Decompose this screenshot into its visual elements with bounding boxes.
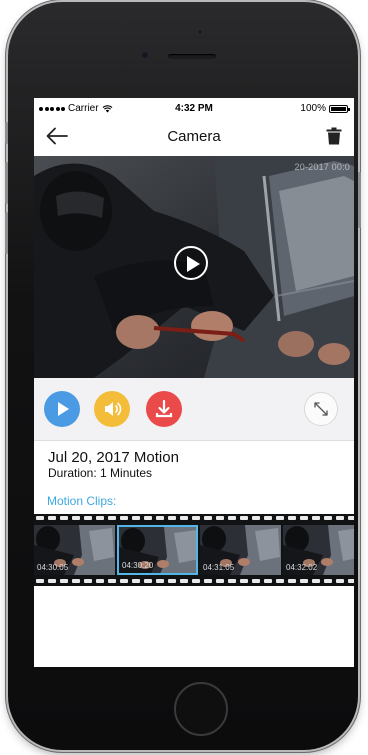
page-title: Camera (167, 128, 221, 145)
filmstrip-perforation (204, 579, 212, 583)
filmstrip-perforation (48, 579, 56, 583)
filmstrip-perforation (300, 579, 308, 583)
filmstrip-perforation (36, 579, 44, 583)
filmstrip-perforation (168, 516, 176, 520)
filmstrip-perforation (36, 516, 44, 520)
expand-icon (314, 402, 328, 416)
filmstrip-perforation (132, 516, 140, 520)
filmstrip-perforation (240, 516, 248, 520)
clip-time: 04:32:02 (286, 563, 318, 572)
motion-clips-label: Motion Clips: (47, 494, 117, 508)
clip-time: 04:30:05 (37, 563, 69, 572)
battery-icon (329, 104, 350, 113)
navigation-bar: Camera (34, 118, 354, 154)
filmstrip-perforation (276, 579, 284, 583)
filmstrip-perforation (192, 516, 200, 520)
clip-thumbnail[interactable]: 04:31:05 (200, 525, 281, 575)
app-screen: Carrier 4:32 PM 100% Camera 20-2017 00:0… (34, 98, 354, 667)
download-button[interactable] (146, 391, 182, 427)
video-timestamp-overlay: 20-2017 00:0 (294, 162, 350, 172)
filmstrip-perforation (156, 516, 164, 520)
event-title: Jul 20, 2017 Motion (48, 449, 179, 466)
filmstrip-perforation (336, 579, 344, 583)
filmstrip-perforation (144, 516, 152, 520)
mute-switch (5, 122, 8, 144)
motion-clips-filmstrip[interactable]: 04:30:05 04:30:20 04:31:05 04:32:02 (34, 514, 354, 586)
filmstrip-perforation (96, 579, 104, 583)
video-play-overlay-button[interactable] (174, 246, 208, 280)
volume-up-button (5, 162, 8, 204)
filmstrip-perforation (60, 579, 68, 583)
playback-controls (34, 378, 354, 441)
download-icon (155, 399, 173, 418)
clip-time: 04:30:20 (122, 561, 154, 570)
fullscreen-button[interactable] (304, 392, 338, 426)
event-duration: Duration: 1 Minutes (48, 466, 153, 480)
filmstrip-perforation (288, 579, 296, 583)
front-camera (141, 51, 149, 59)
filmstrip-perforation (216, 579, 224, 583)
trash-icon[interactable] (326, 127, 342, 145)
clip-thumbnail[interactable]: 04:30:05 (34, 525, 115, 575)
power-button (358, 172, 361, 228)
filmstrip-perforation (48, 516, 56, 520)
filmstrip-perforation (288, 516, 296, 520)
filmstrip-perforation (72, 579, 80, 583)
filmstrip-perforation (312, 516, 320, 520)
filmstrip-perforation (108, 579, 116, 583)
filmstrip-perforation (312, 579, 320, 583)
filmstrip-perforation (120, 516, 128, 520)
battery-percent: 100% (300, 103, 326, 114)
filmstrip-perforation (192, 579, 200, 583)
filmstrip-perforation (348, 516, 354, 520)
clip-thumbnails: 04:30:05 04:30:20 04:31:05 04:32:02 (34, 525, 354, 575)
filmstrip-top-perforations (34, 515, 354, 522)
filmstrip-perforation (264, 516, 272, 520)
filmstrip-perforation (132, 579, 140, 583)
filmstrip-perforation (156, 579, 164, 583)
filmstrip-perforation (264, 579, 272, 583)
filmstrip-perforation (84, 516, 92, 520)
filmstrip-perforation (276, 516, 284, 520)
status-bar: Carrier 4:32 PM 100% (34, 98, 354, 118)
play-icon (58, 402, 69, 416)
clip-thumbnail[interactable]: 04:32:02 (283, 525, 354, 575)
filmstrip-perforation (84, 579, 92, 583)
filmstrip-perforation (348, 579, 354, 583)
filmstrip-perforation (168, 579, 176, 583)
filmstrip-bottom-perforations (34, 578, 354, 585)
clip-time: 04:31:05 (203, 563, 235, 572)
home-button[interactable] (174, 682, 228, 736)
filmstrip-perforation (204, 516, 212, 520)
filmstrip-perforation (300, 516, 308, 520)
filmstrip-perforation (252, 516, 260, 520)
speaker-icon (105, 402, 122, 416)
filmstrip-perforation (180, 579, 188, 583)
clip-thumbnail-selected[interactable]: 04:30:20 (117, 525, 198, 575)
video-player[interactable]: 20-2017 00:0 (34, 156, 354, 378)
filmstrip-perforation (72, 516, 80, 520)
filmstrip-perforation (144, 579, 152, 583)
filmstrip-perforation (240, 579, 248, 583)
filmstrip-perforation (96, 516, 104, 520)
filmstrip-perforation (120, 579, 128, 583)
earpiece-speaker (168, 54, 216, 59)
filmstrip-perforation (336, 516, 344, 520)
filmstrip-perforation (60, 516, 68, 520)
filmstrip-perforation (324, 579, 332, 583)
sound-button[interactable] (94, 391, 130, 427)
filmstrip-perforation (216, 516, 224, 520)
filmstrip-perforation (180, 516, 188, 520)
volume-down-button (5, 212, 8, 254)
filmstrip-perforation (108, 516, 116, 520)
proximity-sensor (197, 29, 203, 35)
filmstrip-perforation (228, 516, 236, 520)
filmstrip-perforation (324, 516, 332, 520)
status-right: 100% (300, 103, 350, 114)
filmstrip-perforation (252, 579, 260, 583)
filmstrip-perforation (228, 579, 236, 583)
play-button[interactable] (44, 391, 80, 427)
